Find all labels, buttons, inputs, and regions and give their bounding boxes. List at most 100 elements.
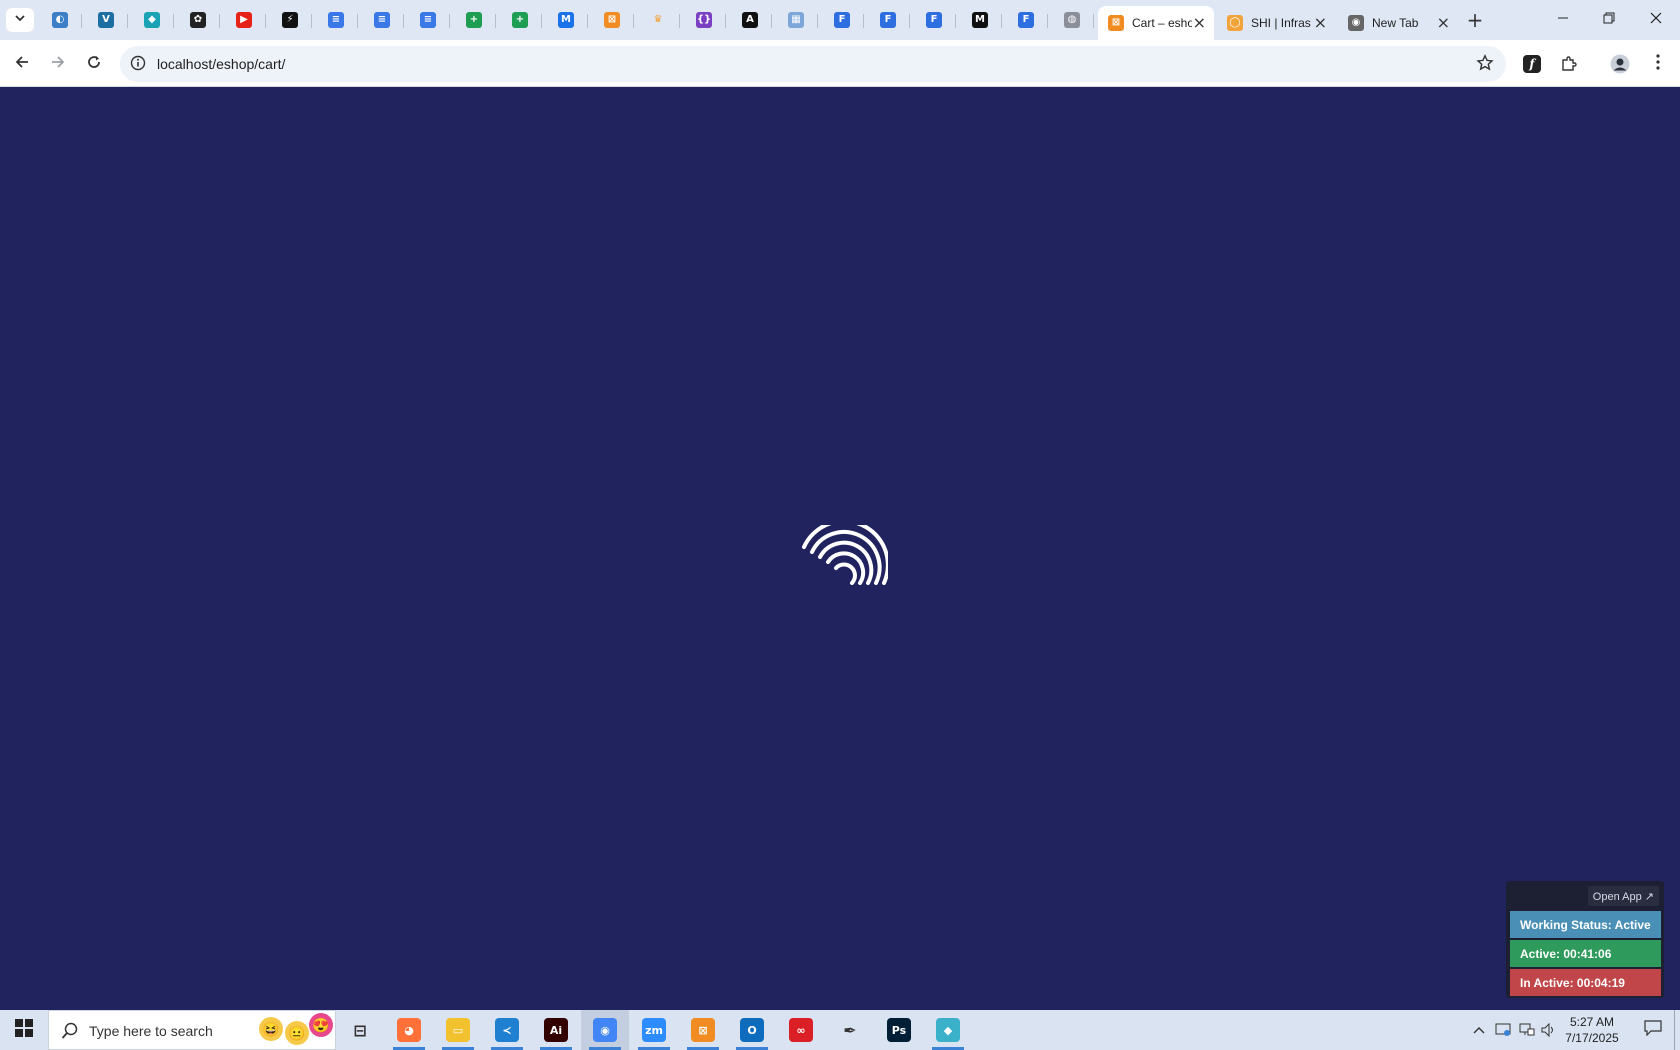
pinned-tab[interactable]: ◍ <box>1050 6 1094 34</box>
site-info-icon[interactable] <box>130 55 146 76</box>
browser-tab[interactable]: ◯ SHI | Infrastructure× <box>1217 6 1335 40</box>
taskbar-app-vpn-app[interactable]: ◆ <box>924 1010 972 1050</box>
taskbar-app-xampp[interactable]: ⊠ <box>679 1010 727 1050</box>
pinned-tab[interactable]: + <box>498 6 542 34</box>
back-button[interactable] <box>8 50 36 78</box>
emoji-heart-eyes-icon: 😍 <box>309 1013 333 1037</box>
pinned-tab[interactable]: ◐ <box>38 6 82 34</box>
close-window-button[interactable] <box>1633 0 1679 40</box>
vscode-icon: ≺ <box>495 1018 519 1042</box>
browser-tab[interactable]: ⊠ Cart – eshop× <box>1098 6 1214 40</box>
bookmark-star-icon[interactable] <box>1476 54 1494 77</box>
pinned-tab[interactable]: F <box>866 6 910 34</box>
forms-icon: F <box>1018 12 1034 28</box>
tab-title: Cart – eshop <box>1132 16 1192 30</box>
notification-icon <box>1644 1019 1662 1041</box>
vpn-tray-icon[interactable] <box>1492 1010 1514 1050</box>
address-bar[interactable]: localhost/eshop/cart/ <box>120 46 1506 82</box>
system-clock[interactable]: 5:27 AM 7/17/2025 <box>1556 1014 1628 1046</box>
new-tab-button[interactable]: + <box>1463 8 1487 32</box>
close-icon <box>1650 11 1662 29</box>
show-hidden-icons-button[interactable] <box>1468 1010 1490 1050</box>
pinned-tab[interactable]: M <box>958 6 1002 34</box>
browser-tab[interactable]: ◉ New Tab × <box>1338 6 1458 40</box>
search-placeholder: Type here to search <box>89 1023 213 1039</box>
network-icon[interactable] <box>1516 1010 1538 1050</box>
firefox-icon: ◕ <box>397 1018 421 1042</box>
pen-tool-icon: ✒ <box>843 1020 857 1040</box>
chevron-down-icon <box>14 11 26 29</box>
pinned-tab[interactable]: + <box>452 6 496 34</box>
close-tab-icon[interactable]: × <box>1314 15 1327 31</box>
reload-button[interactable] <box>80 50 108 78</box>
pinned-tab[interactable]: ⚡ <box>268 6 312 34</box>
sheets-icon: + <box>466 12 482 28</box>
pinned-tab[interactable]: ≡ <box>406 6 450 34</box>
taskbar-search-input[interactable]: Type here to search 😆 😐 😍 <box>48 1010 336 1050</box>
profile-avatar[interactable] <box>1608 52 1632 76</box>
taskbar-app-firefox[interactable]: ◕ <box>385 1010 433 1050</box>
file-explorer-icon: ▭ <box>446 1018 470 1042</box>
taskbar-app-vscode[interactable]: ≺ <box>483 1010 531 1050</box>
restore-button[interactable] <box>1586 0 1632 40</box>
search-icon <box>61 1022 79 1045</box>
extensions-puzzle-icon[interactable] <box>1557 52 1581 76</box>
clock-date: 7/17/2025 <box>1565 1031 1619 1045</box>
taskbar-app-creative-cloud[interactable]: ∞ <box>777 1010 825 1050</box>
active-time-badge: Active: 00:41:06 <box>1510 940 1661 967</box>
minimize-button[interactable] <box>1540 0 1586 40</box>
notifications-button[interactable] <box>1636 1010 1670 1050</box>
pinned-tab[interactable]: ≡ <box>360 6 404 34</box>
pinned-tab[interactable]: ✿ <box>176 6 220 34</box>
pinned-tab[interactable]: V <box>84 6 128 34</box>
time-tracker-widget: Open App ↗ Working Status: Active Active… <box>1506 881 1664 998</box>
xampp-icon: ⊠ <box>1108 15 1124 31</box>
taskbar-app-photoshop[interactable]: Ps <box>875 1010 923 1050</box>
medium-icon: M <box>972 12 988 28</box>
pinned-tab[interactable]: ≡ <box>314 6 358 34</box>
pinned-tab[interactable]: ◆ <box>130 6 174 34</box>
taskbar-app-chrome[interactable]: ◉ <box>581 1010 629 1050</box>
browser-menu-button[interactable] <box>1646 52 1670 76</box>
pinned-tab[interactable]: F <box>1004 6 1048 34</box>
url-text[interactable]: localhost/eshop/cart/ <box>157 56 285 72</box>
bolt-icon: ⚡ <box>282 12 298 28</box>
taskbar-app-file-explorer[interactable]: ▭ <box>434 1010 482 1050</box>
code-icon: A <box>742 12 758 28</box>
taskbar-app-illustrator[interactable]: Ai <box>532 1010 580 1050</box>
taskbar-app-pen-tool[interactable]: ✒ <box>826 1010 874 1050</box>
pinned-tab[interactable]: M <box>544 6 588 34</box>
forward-button[interactable] <box>44 50 72 78</box>
taskbar-app-outlook[interactable]: O <box>728 1010 776 1050</box>
taskbar-app-task-view[interactable]: ⊟ <box>336 1010 384 1050</box>
browser-tab-strip: ◐V◆✿▶⚡≡≡≡++M⊠♛{}A▦FFFMF◍ ⊠Cart – eshop×◯… <box>0 0 1680 40</box>
kebab-menu-icon <box>1656 53 1660 75</box>
close-tab-icon[interactable]: × <box>1437 15 1450 31</box>
pinned-tab[interactable]: ♛ <box>636 6 680 34</box>
pinned-tab[interactable]: ⊠ <box>590 6 634 34</box>
emoji-laugh-icon: 😆 <box>259 1017 283 1041</box>
pinned-tab[interactable]: F <box>912 6 956 34</box>
json-icon: {} <box>696 12 712 28</box>
close-tab-icon[interactable]: × <box>1193 15 1206 31</box>
xampp-icon: ⊠ <box>691 1018 715 1042</box>
start-button[interactable] <box>0 1010 48 1050</box>
show-desktop-divider[interactable] <box>1674 1010 1675 1050</box>
windows-logo-icon <box>15 1018 33 1042</box>
minimize-icon <box>1557 11 1569 29</box>
tab-search-button[interactable] <box>6 8 34 32</box>
pinned-tab[interactable]: F <box>820 6 864 34</box>
pinned-tab[interactable]: A <box>728 6 772 34</box>
arrow-left-icon <box>14 54 30 75</box>
creative-cloud-icon: ∞ <box>789 1018 813 1042</box>
pinned-tab[interactable]: {} <box>682 6 726 34</box>
open-app-button[interactable]: Open App ↗ <box>1587 886 1659 906</box>
taskbar-app-zoom[interactable]: zm <box>630 1010 678 1050</box>
reload-icon <box>86 54 102 75</box>
photoshop-icon: Ps <box>887 1018 911 1042</box>
inactive-time-badge: In Active: 00:04:19 <box>1510 969 1661 996</box>
vpn-app-icon: ◆ <box>936 1018 960 1042</box>
pinned-tab[interactable]: ▶ <box>222 6 266 34</box>
pinned-tab[interactable]: ▦ <box>774 6 818 34</box>
font-extension-icon[interactable]: f <box>1520 52 1544 76</box>
